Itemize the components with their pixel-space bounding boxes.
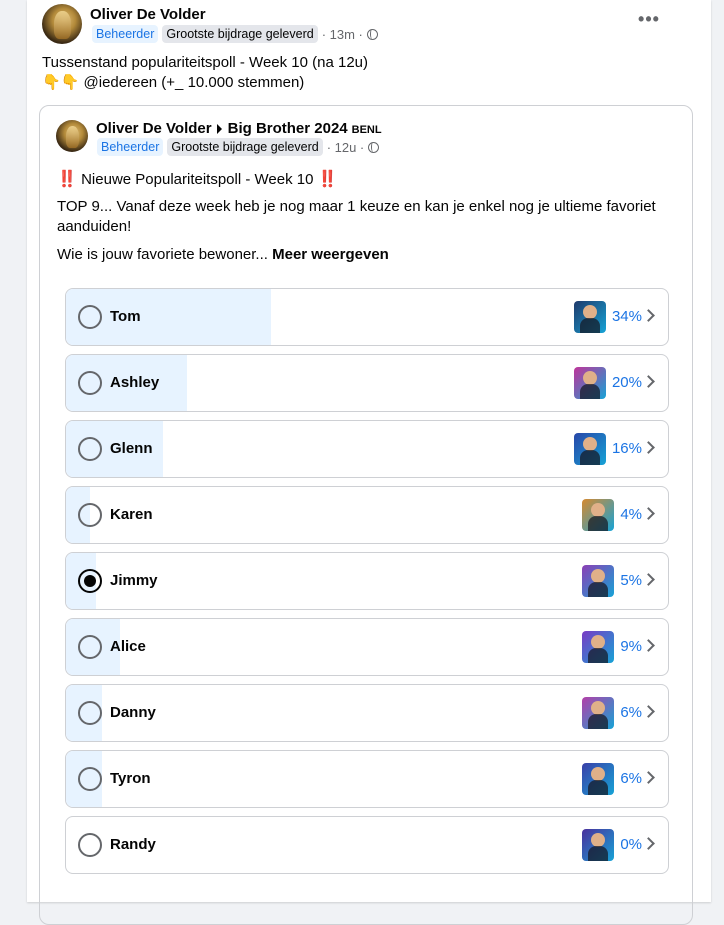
double-exclamation-emoji: ‼️ xyxy=(317,171,338,188)
voter-avatar[interactable] xyxy=(582,829,614,861)
voter-avatar[interactable] xyxy=(582,763,614,795)
poll-option-radio[interactable] xyxy=(78,503,102,527)
poll-option-label: Jimmy xyxy=(110,572,158,589)
pointing-down-emoji: 👇👇 xyxy=(42,74,80,91)
poll-option-percent[interactable]: 16% xyxy=(612,440,642,457)
poll-title-text: Nieuwe Populariteitspoll - Week 10 xyxy=(81,171,314,188)
post-text-line2: 👇👇 @iedereen (+_ 10.000 stemmen) xyxy=(42,73,304,93)
shared-author-name[interactable]: Oliver De Volder xyxy=(96,120,212,137)
shared-admin-badge[interactable]: Beheerder xyxy=(97,138,164,156)
poll-option-percent[interactable]: 20% xyxy=(612,374,642,391)
voter-avatar[interactable] xyxy=(574,433,606,465)
author-avatar[interactable] xyxy=(42,4,82,44)
poll-option-radio[interactable] xyxy=(78,305,102,329)
poll-option-percent[interactable]: 6% xyxy=(620,770,642,787)
caret-right-icon xyxy=(216,124,222,135)
poll-option-label: Karen xyxy=(110,506,153,523)
poll-option[interactable]: Danny 6% xyxy=(65,684,669,742)
poll-option-percent[interactable]: 6% xyxy=(620,704,642,721)
mention-text[interactable]: @iedereen (+_ 10.000 stemmen) xyxy=(84,74,305,91)
voter-avatar[interactable] xyxy=(582,631,614,663)
globe-icon xyxy=(368,141,380,153)
voter-avatar[interactable] xyxy=(582,565,614,597)
contributor-badge[interactable]: Grootste bijdrage geleverd xyxy=(162,25,318,43)
poll-option-label: Tom xyxy=(110,308,141,325)
admin-badge[interactable]: Beheerder xyxy=(92,25,159,43)
poll-option-percent[interactable]: 0% xyxy=(620,836,642,853)
poll-option-radio[interactable] xyxy=(78,701,102,725)
post-text-line1: Tussenstand populariteitspoll - Week 10 … xyxy=(42,54,369,71)
double-exclamation-emoji: ‼️ xyxy=(57,171,77,188)
post-time[interactable]: · 13m · xyxy=(322,27,363,42)
shared-meta: Beheerder Grootste bijdrage geleverd · 1… xyxy=(97,138,380,156)
voter-avatar[interactable] xyxy=(574,301,606,333)
poll-option[interactable]: Tyron 6% xyxy=(65,750,669,808)
voter-avatar[interactable] xyxy=(582,499,614,531)
chevron-right-icon xyxy=(642,375,655,388)
group-name[interactable]: Big Brother 2024 xyxy=(228,120,348,137)
shared-author-avatar[interactable] xyxy=(56,120,88,152)
shared-contributor-badge[interactable]: Grootste bijdrage geleverd xyxy=(167,138,323,156)
poll-option-label: Glenn xyxy=(110,440,153,457)
poll-option-radio[interactable] xyxy=(78,635,102,659)
poll-option-percent[interactable]: 9% xyxy=(620,638,642,655)
chevron-right-icon xyxy=(642,507,655,520)
poll-option-label: Alice xyxy=(110,638,146,655)
chevron-right-icon xyxy=(642,639,655,652)
poll-question: Wie is jouw favoriete bewoner... Meer we… xyxy=(57,245,389,265)
post-meta: Beheerder Grootste bijdrage geleverd · 1… xyxy=(92,25,378,43)
poll-option-radio[interactable] xyxy=(78,833,102,857)
author-name[interactable]: Oliver De Volder xyxy=(90,6,206,23)
chevron-right-icon xyxy=(642,705,655,718)
poll-option[interactable]: Randy 0% xyxy=(65,816,669,874)
poll-option[interactable]: Alice 9% xyxy=(65,618,669,676)
shared-time[interactable]: · 12u · xyxy=(327,140,365,155)
chevron-right-icon xyxy=(642,771,655,784)
voter-avatar[interactable] xyxy=(582,697,614,729)
poll-option[interactable]: Tom 34% xyxy=(65,288,669,346)
poll-option-label: Tyron xyxy=(110,770,151,787)
voter-avatar[interactable] xyxy=(574,367,606,399)
poll-option[interactable]: Karen 4% xyxy=(65,486,669,544)
poll-option[interactable]: Glenn 16% xyxy=(65,420,669,478)
poll-option-label: Ashley xyxy=(110,374,160,391)
shared-header: Oliver De Volder Big Brother 2024 BENL xyxy=(96,120,382,137)
poll-option-radio[interactable] xyxy=(78,767,102,791)
poll-option-percent[interactable]: 34% xyxy=(612,308,642,325)
more-options-icon[interactable]: ••• xyxy=(637,10,661,32)
poll-option-percent[interactable]: 5% xyxy=(620,572,642,589)
poll-option-radio[interactable] xyxy=(78,437,102,461)
globe-icon xyxy=(366,28,378,40)
poll-option-label: Randy xyxy=(110,836,156,853)
poll-title: ‼️ Nieuwe Populariteitspoll - Week 10 ‼️ xyxy=(57,170,338,190)
chevron-right-icon xyxy=(642,573,655,586)
chevron-right-icon xyxy=(642,309,655,322)
poll-option-label: Danny xyxy=(110,704,156,721)
poll-option[interactable]: Jimmy 5% xyxy=(65,552,669,610)
poll-body: TOP 9... Vanaf deze week heb je nog maar… xyxy=(57,198,656,235)
group-suffix: BENL xyxy=(351,124,382,136)
poll-option-radio[interactable] xyxy=(78,371,102,395)
see-more-link[interactable]: Meer weergeven xyxy=(272,246,389,263)
poll-option-percent[interactable]: 4% xyxy=(620,506,642,523)
chevron-right-icon xyxy=(642,441,655,454)
chevron-right-icon xyxy=(642,837,655,850)
poll-option-radio[interactable] xyxy=(78,569,102,593)
poll-question-text: Wie is jouw favoriete bewoner... xyxy=(57,246,268,263)
poll-option[interactable]: Ashley 20% xyxy=(65,354,669,412)
